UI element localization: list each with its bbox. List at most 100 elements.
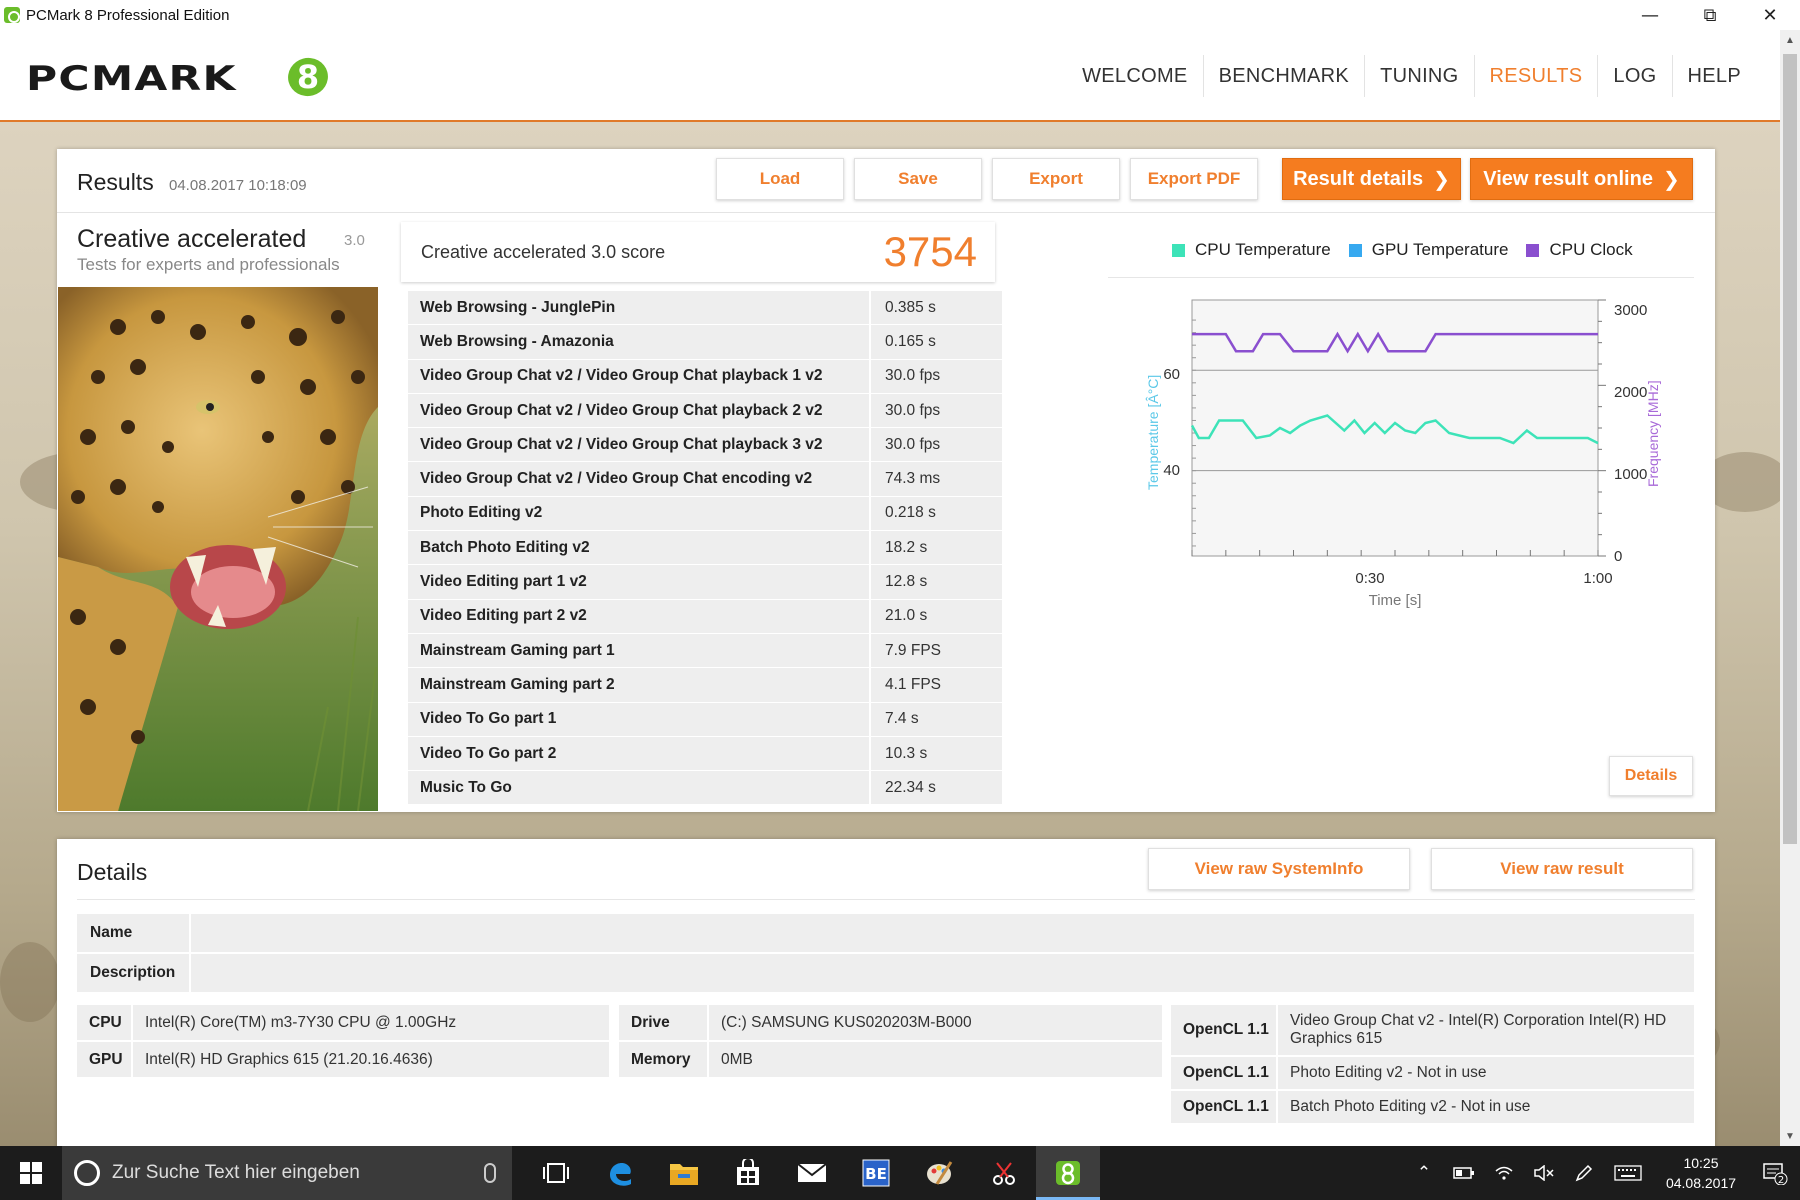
opencl-key: OpenCL 1.1	[1171, 1091, 1278, 1123]
volume-muted-icon[interactable]	[1524, 1146, 1564, 1200]
edge-browser-icon[interactable]	[588, 1146, 652, 1200]
scroll-up-icon[interactable]: ▲	[1780, 30, 1800, 50]
name-value	[191, 914, 1694, 952]
nav-results[interactable]: RESULTS	[1475, 55, 1599, 97]
row-name: Photo Editing v2	[408, 496, 871, 531]
legend-swatch	[1526, 243, 1540, 257]
view-online-label: View result online	[1483, 167, 1653, 190]
chevron-right-icon: ❯	[1662, 168, 1680, 191]
pcmark-taskbar-icon[interactable]	[1036, 1146, 1100, 1200]
battery-icon[interactable]	[1444, 1146, 1484, 1200]
scrollbar-thumb[interactable]	[1783, 54, 1797, 844]
nav-tuning[interactable]: TUNING	[1365, 55, 1475, 97]
cortana-icon	[74, 1160, 100, 1186]
logo-text: PCMARK	[26, 59, 237, 99]
row-name: Video Group Chat v2 / Video Group Chat p…	[408, 359, 871, 393]
table-row: Memory 0MB	[619, 1042, 1162, 1077]
table-row: Batch Photo Editing v2 18.2 s	[408, 531, 1002, 566]
nav-welcome[interactable]: WELCOME	[1067, 55, 1204, 97]
taskbar-search[interactable]: Zur Suche Text hier eingeben	[62, 1146, 512, 1200]
mail-icon[interactable]	[780, 1146, 844, 1200]
save-button[interactable]: Save	[854, 158, 982, 200]
opencl-value: Video Group Chat v2 - Intel(R) Corporati…	[1278, 1005, 1694, 1055]
y-left-tick-label: 60	[1163, 366, 1180, 383]
y-right-axis-label: Frequency [MHz]	[1645, 380, 1661, 487]
maximize-icon[interactable]: ⧉	[1680, 0, 1740, 30]
export-button[interactable]: Export	[992, 158, 1120, 200]
row-value: 7.9 FPS	[871, 633, 1002, 668]
minimize-icon[interactable]: —	[1620, 0, 1680, 30]
scroll-down-icon[interactable]: ▼	[1780, 1126, 1800, 1146]
details-panel: Details View raw SystemInfo View raw res…	[57, 839, 1715, 1159]
nav-log[interactable]: LOG	[1598, 55, 1673, 97]
leopard-image	[58, 287, 378, 811]
monitoring-chart: 0:30 1:00 Time [s] 60 40 3000 2000 1000 …	[1145, 299, 1661, 609]
store-icon[interactable]	[716, 1146, 780, 1200]
windows-logo-icon	[20, 1162, 42, 1184]
row-value: 30.0 fps	[871, 393, 1002, 428]
legend-swatch	[1348, 243, 1362, 257]
table-row: Video Group Chat v2 / Video Group Chat p…	[408, 428, 1002, 463]
row-name: Video Editing part 1 v2	[408, 565, 871, 599]
description-value	[191, 954, 1694, 992]
nav-benchmark[interactable]: BENCHMARK	[1204, 55, 1366, 97]
app-header: PCMARK 8 WELCOME BENCHMARK TUNING RESULT…	[0, 30, 1780, 122]
row-name: Video Editing part 2 v2	[408, 599, 871, 633]
sys-value: (C:) SAMSUNG KUS020203M-B000	[709, 1005, 1162, 1040]
snipping-tool-icon[interactable]	[972, 1146, 1036, 1200]
file-explorer-icon[interactable]	[652, 1146, 716, 1200]
show-hidden-icons-chevron-icon[interactable]: ⌃	[1404, 1146, 1444, 1200]
row-name: Video Group Chat v2 / Video Group Chat p…	[408, 428, 871, 462]
sys-value: 0MB	[709, 1042, 1162, 1077]
legend-item[interactable]: GPU Temperature	[1348, 240, 1509, 260]
view-online-button[interactable]: View result online ❯	[1470, 158, 1693, 200]
keyboard-icon[interactable]	[1604, 1146, 1652, 1200]
result-details-button[interactable]: Result details ❯	[1282, 158, 1461, 200]
nav-help[interactable]: HELP	[1673, 55, 1756, 97]
x-tick-label: 1:00	[1583, 570, 1612, 587]
view-raw-result-button[interactable]: View raw result	[1431, 848, 1693, 890]
microphone-icon[interactable]	[484, 1163, 496, 1183]
plot-area	[1191, 299, 1599, 557]
chart-details-button[interactable]: Details	[1609, 756, 1693, 796]
legend-label: GPU Temperature	[1371, 240, 1509, 259]
svg-text:BE: BE	[865, 1165, 887, 1183]
legend-item[interactable]: CPU Clock	[1526, 240, 1633, 260]
task-view-icon[interactable]	[524, 1146, 588, 1200]
view-raw-systeminfo-button[interactable]: View raw SystemInfo	[1148, 848, 1410, 890]
benchmark-app-icon[interactable]: BE	[844, 1146, 908, 1200]
chart-legend: CPU Temperature GPU Temperature CPU Cloc…	[1172, 240, 1651, 260]
start-button[interactable]	[0, 1146, 62, 1200]
window-controls: — ⧉ ✕	[1620, 0, 1800, 30]
close-icon[interactable]: ✕	[1740, 0, 1800, 30]
row-value: 7.4 s	[871, 702, 1002, 736]
row-value: 18.2 s	[871, 531, 1002, 565]
pcmark-app-icon	[4, 7, 20, 23]
x-axis-label: Time [s]	[1369, 592, 1422, 609]
wifi-icon[interactable]	[1484, 1146, 1524, 1200]
row-name: Batch Photo Editing v2	[408, 531, 871, 565]
legend-label: CPU Clock	[1549, 240, 1633, 259]
taskbar-clock[interactable]: 10:25 04.08.2017	[1652, 1153, 1750, 1193]
action-center-icon[interactable]: 2	[1750, 1146, 1800, 1200]
table-row: Web Browsing - Amazonia 0.165 s	[408, 325, 1002, 360]
load-button[interactable]: Load	[716, 158, 844, 200]
x-tick-label: 0:30	[1355, 570, 1384, 587]
table-row: Video Editing part 1 v2 12.8 s	[408, 565, 1002, 600]
vertical-scrollbar[interactable]: ▲ ▼	[1780, 30, 1800, 1146]
opencl-key: OpenCL 1.1	[1171, 1057, 1278, 1089]
table-row: Mainstream Gaming part 2 4.1 FPS	[408, 668, 1002, 703]
row-value: 0.165 s	[871, 325, 1002, 359]
opencl-key: OpenCL 1.1	[1171, 1005, 1278, 1055]
test-name: Creative accelerated	[77, 225, 307, 253]
taskbar-apps: BE	[524, 1146, 1100, 1200]
system-mid-table: Drive (C:) SAMSUNG KUS020203M-B000 Memory…	[619, 1005, 1162, 1079]
score-box: Creative accelerated 3.0 score 3754	[401, 222, 995, 282]
row-value: 30.0 fps	[871, 359, 1002, 393]
paint-app-icon[interactable]	[908, 1146, 972, 1200]
system-left-table: CPU Intel(R) Core(TM) m3-7Y30 CPU @ 1.00G…	[77, 1005, 609, 1079]
table-row: Video Group Chat v2 / Video Group Chat p…	[408, 359, 1002, 394]
pen-icon[interactable]	[1564, 1146, 1604, 1200]
legend-item[interactable]: CPU Temperature	[1172, 240, 1331, 260]
export-pdf-button[interactable]: Export PDF	[1130, 158, 1258, 200]
